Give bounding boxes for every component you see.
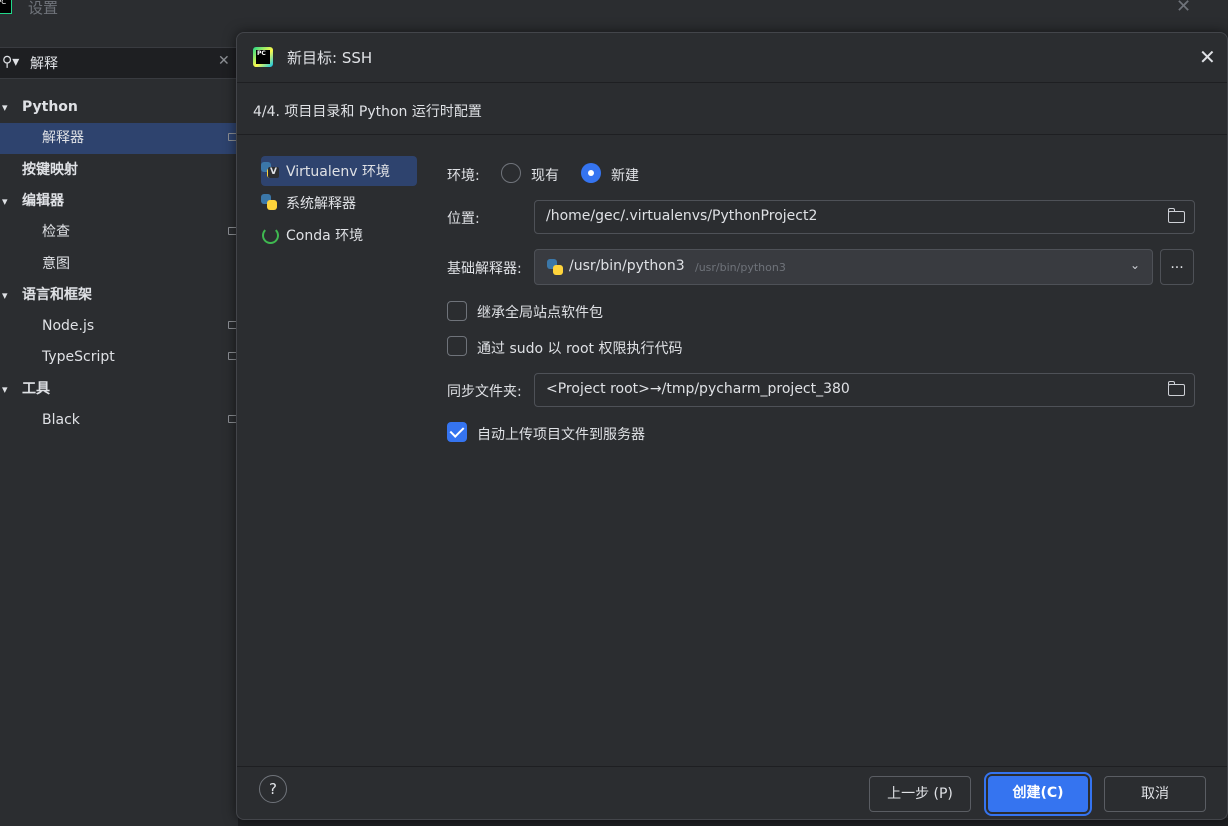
env-type-label: 系统解释器 xyxy=(286,196,356,212)
tree-item-label: 意图 xyxy=(42,256,70,272)
radio-new[interactable] xyxy=(581,163,601,183)
close-icon[interactable]: ✕ xyxy=(1199,45,1216,69)
tree-item-label: Node.js xyxy=(42,318,95,334)
help-button[interactable]: ? xyxy=(259,775,287,803)
sudo-label[interactable]: 通过 sudo 以 root 权限执行代码 xyxy=(477,338,683,358)
base-interpreter-value: /usr/bin/python3 xyxy=(569,258,685,274)
tree-item-label: 解释器 xyxy=(42,130,84,146)
base-interpreter-hint: /usr/bin/python3 xyxy=(695,261,786,274)
tree-item-keymap[interactable]: 按键映射 xyxy=(0,155,238,186)
step-title: 4/4. 项目目录和 Python 运行时配置 xyxy=(253,104,482,120)
tree-item-label: Python xyxy=(22,99,78,115)
new-target-ssh-dialog: PC 新目标: SSH ✕ 4/4. 项目目录和 Python 运行时配置 V … xyxy=(236,32,1228,820)
radio-existing[interactable] xyxy=(501,163,521,183)
virtualenv-icon: V xyxy=(261,162,279,180)
tree-item-intentions[interactable]: 意图 xyxy=(0,249,238,280)
create-button[interactable]: 创建(C) xyxy=(988,776,1088,812)
folder-icon[interactable] xyxy=(1167,208,1185,223)
sync-folders-field[interactable]: <Project root>→/tmp/pycharm_project_380 xyxy=(534,373,1195,407)
tree-item-label: 编辑器 xyxy=(22,193,64,209)
tree-item-typescript[interactable]: TypeScript xyxy=(0,342,238,373)
tree-item-label: 检查 xyxy=(42,224,70,240)
tree-item-black[interactable]: Black xyxy=(0,405,238,436)
env-type-system[interactable]: 系统解释器 xyxy=(261,188,417,218)
divider xyxy=(237,766,1227,767)
pycharm-logo-icon: PC xyxy=(253,47,273,67)
inherit-packages-checkbox[interactable] xyxy=(447,301,467,321)
radio-existing-label[interactable]: 现有 xyxy=(531,165,559,185)
tree-item-label: TypeScript xyxy=(42,349,115,365)
inherit-packages-label[interactable]: 继承全局站点软件包 xyxy=(477,302,603,322)
browse-interpreter-button[interactable]: ... xyxy=(1160,249,1194,285)
dialog-title: 新目标: SSH xyxy=(287,49,373,67)
previous-button[interactable]: 上一步 (P) xyxy=(869,776,971,812)
sudo-checkbox[interactable] xyxy=(447,336,467,356)
sync-folders-value[interactable]: <Project root>→/tmp/pycharm_project_380 xyxy=(546,381,850,397)
settings-search-box[interactable]: ⚲▾ 解释 ✕ xyxy=(0,47,238,79)
search-icon[interactable]: ⚲▾ xyxy=(2,54,19,70)
tree-item-inspections[interactable]: 检查 xyxy=(0,217,238,248)
chevron-down-icon[interactable]: ⌄ xyxy=(1130,258,1140,272)
search-input[interactable]: 解释 xyxy=(30,53,58,73)
folder-icon[interactable] xyxy=(1167,381,1185,396)
env-type-label: Virtualenv 环境 xyxy=(286,164,390,180)
tree-item-languages[interactable]: ▾ 语言和框架 xyxy=(0,280,238,311)
divider xyxy=(237,134,1227,135)
python-icon xyxy=(261,194,279,212)
pycharm-logo-icon: PC xyxy=(0,0,12,14)
env-type-virtualenv[interactable]: V Virtualenv 环境 xyxy=(261,156,417,186)
settings-window-title: 设置 xyxy=(28,0,59,17)
chevron-down-icon[interactable]: ▾ xyxy=(2,280,8,311)
auto-upload-checkbox[interactable] xyxy=(447,422,467,442)
tree-item-editor[interactable]: ▾ 编辑器 xyxy=(0,186,238,217)
chevron-down-icon[interactable]: ▾ xyxy=(2,186,8,217)
settings-close-icon[interactable]: ✕ xyxy=(1176,0,1191,17)
python-icon xyxy=(547,259,563,275)
location-label: 位置: xyxy=(447,211,480,227)
tree-item-label: 按键映射 xyxy=(22,162,78,178)
tree-item-interpreter[interactable]: 解释器 xyxy=(0,123,238,154)
location-value[interactable]: /home/gec/.virtualenvs/PythonProject2 xyxy=(546,208,817,224)
base-interpreter-dropdown[interactable]: /usr/bin/python3 /usr/bin/python3 ⌄ xyxy=(534,249,1153,285)
cancel-button[interactable]: 取消 xyxy=(1104,776,1206,812)
base-interpreter-label: 基础解释器: xyxy=(447,261,522,277)
tree-item-tools[interactable]: ▾ 工具 xyxy=(0,374,238,405)
dialog-header: PC 新目标: SSH ✕ xyxy=(237,33,1227,83)
env-label: 环境: xyxy=(447,168,480,184)
tree-item-python[interactable]: ▾ Python xyxy=(0,92,238,123)
chevron-down-icon[interactable]: ▾ xyxy=(2,92,8,123)
conda-icon xyxy=(261,226,279,244)
tree-item-label: 工具 xyxy=(22,381,50,397)
divider xyxy=(237,82,1227,83)
auto-upload-label[interactable]: 自动上传项目文件到服务器 xyxy=(477,424,645,444)
sync-folders-label: 同步文件夹: xyxy=(447,384,522,400)
tree-item-label: 语言和框架 xyxy=(22,287,92,303)
logo-text: PC xyxy=(256,50,270,64)
tree-item-label: Black xyxy=(42,412,80,428)
clear-search-icon[interactable]: ✕ xyxy=(218,53,230,69)
radio-new-label[interactable]: 新建 xyxy=(611,165,639,185)
env-type-label: Conda 环境 xyxy=(286,228,364,244)
app-icon-text: PC xyxy=(0,0,7,6)
location-field[interactable]: /home/gec/.virtualenvs/PythonProject2 xyxy=(534,200,1195,234)
tree-item-nodejs[interactable]: Node.js xyxy=(0,311,238,342)
settings-titlebar: PC 设置 ✕ xyxy=(0,0,1228,30)
chevron-down-icon[interactable]: ▾ xyxy=(2,374,8,405)
env-type-conda[interactable]: Conda 环境 xyxy=(261,220,417,250)
